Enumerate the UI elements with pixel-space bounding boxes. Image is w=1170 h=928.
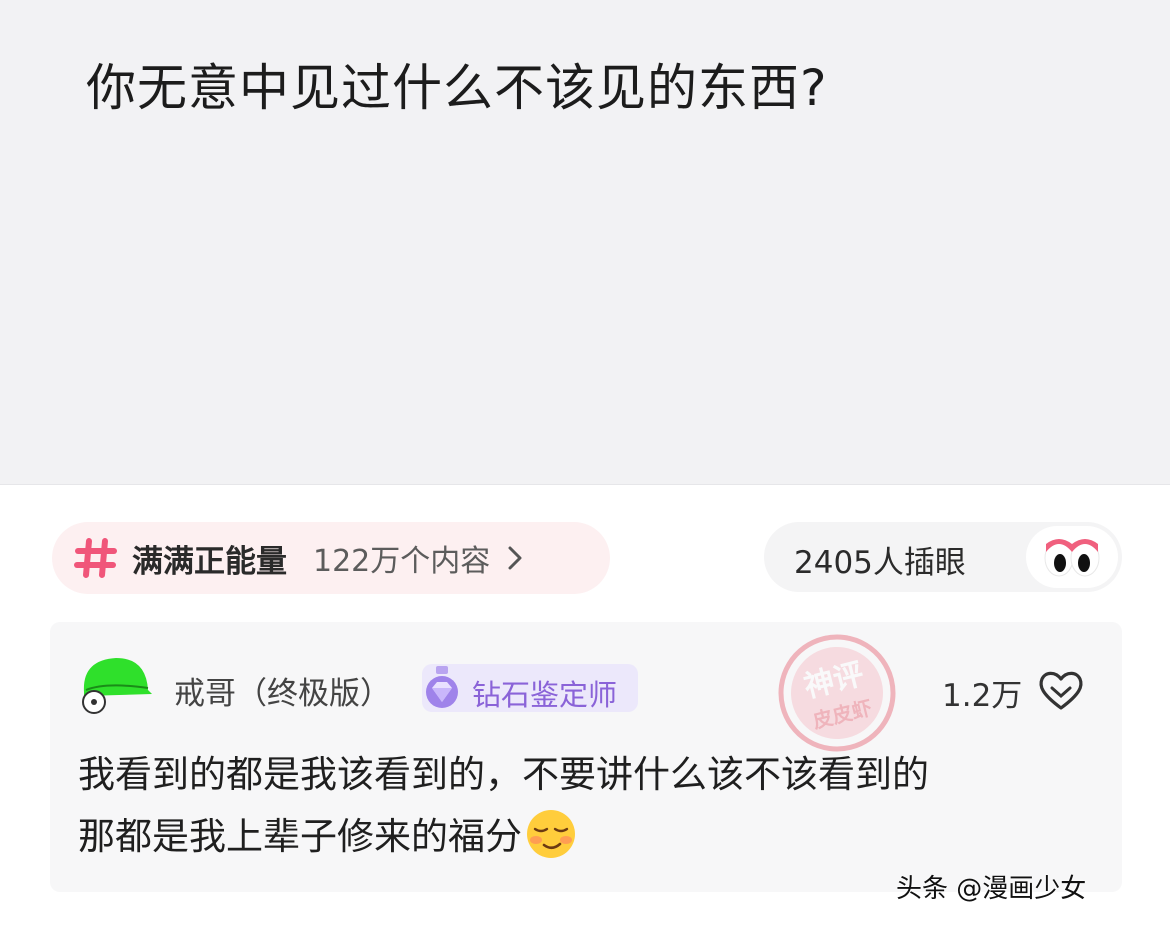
green-helmet-avatar[interactable] [76, 650, 156, 714]
comment-card: 戒哥（终极版） 钻石鉴定师 神评 皮皮虾 1.2万 我看到的都是我该看到的，不要… [50, 622, 1122, 892]
topic-name: 满满正能量 [132, 543, 287, 580]
eyes-icon [1026, 526, 1118, 588]
comment-line-2: 那都是我上辈子修来的福分 [78, 815, 522, 858]
source-watermark: 头条 @漫画少女 [896, 874, 1087, 904]
comment-line-2-wrapper: 那都是我上辈子修来的福分 [78, 806, 1108, 868]
topic-tag-button[interactable]: 满满正能量 122万个内容 [52, 522, 610, 594]
peek-button[interactable]: 2405人插眼 [764, 522, 1122, 592]
topic-count: 122万个内容 [313, 544, 491, 579]
diamond-icon [426, 666, 458, 708]
question-title: 你无意中见过什么不该见的东西? [86, 59, 828, 117]
heart-outline-icon[interactable] [1036, 668, 1086, 712]
question-card: 你无意中见过什么不该见的东西? [0, 0, 1170, 485]
hashtag-icon [74, 538, 117, 578]
comment-body: 我看到的都是我该看到的，不要讲什么该不该看到的 那都是我上辈子修来的福分 [78, 744, 1108, 868]
username[interactable]: 戒哥（终极版） [174, 668, 391, 713]
chevron-right-icon [508, 546, 522, 570]
hot-comment-stamp: 神评 皮皮虾 [778, 634, 896, 752]
rank-badge[interactable]: 钻石鉴定师 [422, 664, 638, 712]
like-count: 1.2万 [942, 678, 1023, 714]
badge-label: 钻石鉴定师 [472, 678, 618, 712]
smug-smile-emoji [527, 810, 575, 858]
peek-count: 2405人插眼 [794, 545, 966, 581]
comment-line-1: 我看到的都是我该看到的，不要讲什么该不该看到的 [78, 753, 929, 796]
